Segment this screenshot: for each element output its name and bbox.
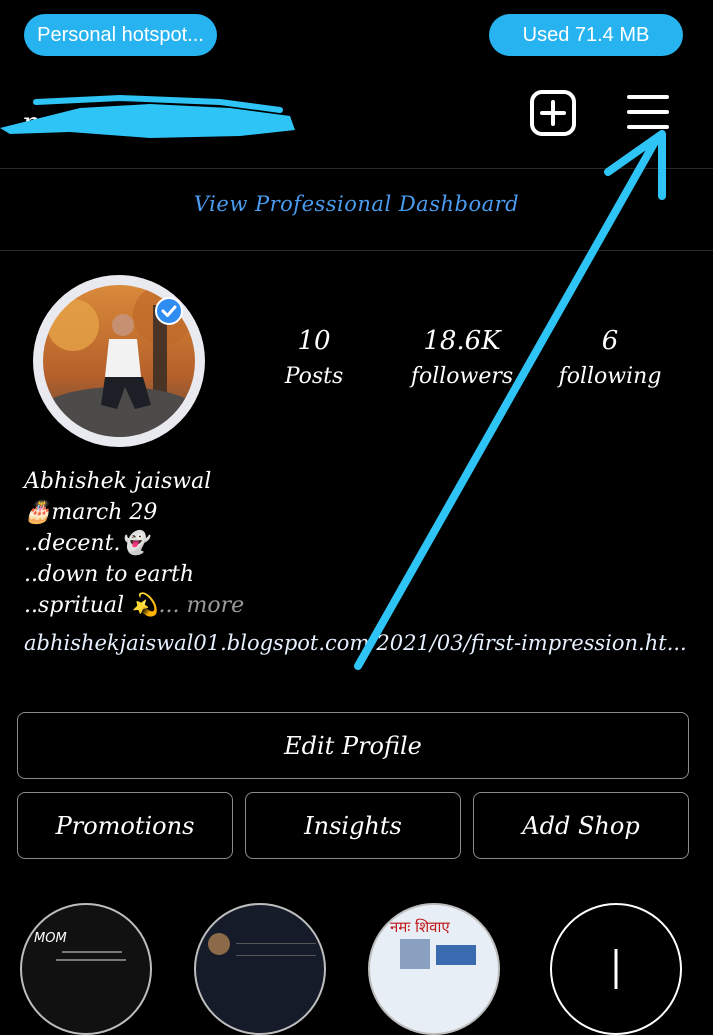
dizzy-icon: 💫 xyxy=(131,593,159,618)
edit-profile-label: Edit Profile xyxy=(284,731,422,760)
birthday-cake-icon: 🎂 xyxy=(24,500,52,525)
dashboard-divider xyxy=(0,250,713,251)
header-divider xyxy=(0,168,713,169)
username-scribble: n xyxy=(0,94,295,139)
story-highlight[interactable] xyxy=(194,903,326,1035)
following-count[interactable]: 6 following xyxy=(540,322,680,394)
new-highlight-button[interactable] xyxy=(550,903,682,1035)
hamburger-menu-icon xyxy=(627,95,669,129)
data-usage-pill[interactable]: Used 71.4 MB xyxy=(489,14,683,56)
professional-dashboard-link[interactable]: View Professional Dashboard xyxy=(0,192,713,216)
highlight-title: MOM xyxy=(34,931,67,946)
following-value: 6 xyxy=(601,326,619,356)
profile-bio: Abhishek jaiswal 🎂march 29 ..decent.👻 ..… xyxy=(24,466,244,621)
profile-website-link[interactable]: abhishekjaiswal01.blogspot.com/2021/03/f… xyxy=(24,631,687,655)
add-shop-label: Add Shop xyxy=(522,811,640,840)
story-highlight[interactable]: नमः शिवाए xyxy=(368,903,500,1035)
insights-button[interactable]: Insights xyxy=(245,792,461,859)
bio-down-to-earth: ..down to earth xyxy=(24,562,195,587)
highlight-text-line xyxy=(56,959,126,961)
insights-label: Insights xyxy=(304,811,402,840)
posts-count[interactable]: 10 Posts xyxy=(244,322,384,394)
menu-button[interactable] xyxy=(625,92,671,132)
data-usage-label: Used 71.4 MB xyxy=(522,23,650,46)
posts-label: Posts xyxy=(284,364,344,389)
bio-birthday: march 29 xyxy=(51,500,158,525)
plus-square-icon xyxy=(530,90,576,136)
highlight-text-line xyxy=(236,955,316,956)
highlight-thumbnail xyxy=(208,933,230,955)
hotspot-status-pill[interactable]: Personal hotspot... xyxy=(24,14,217,56)
highlight-text-line xyxy=(62,951,122,953)
verified-badge-icon xyxy=(155,297,183,325)
add-shop-button[interactable]: Add Shop xyxy=(473,792,689,859)
highlight-text-line xyxy=(236,943,316,944)
followers-value: 18.6K xyxy=(423,326,501,356)
bio-more-link[interactable]: ... more xyxy=(158,593,244,618)
bio-decent-line: ..decent.👻 xyxy=(24,528,244,559)
bio-spiritual: ..spritual xyxy=(24,593,125,618)
bio-name: Abhishek jaiswal xyxy=(24,469,212,494)
promotions-button[interactable]: Promotions xyxy=(17,792,233,859)
story-highlight[interactable]: MOM xyxy=(20,903,152,1035)
plus-icon xyxy=(614,949,618,989)
highlight-title: नमः शिवाए xyxy=(390,918,450,936)
edit-profile-button[interactable]: Edit Profile xyxy=(17,712,689,779)
promotions-label: Promotions xyxy=(55,811,195,840)
hotspot-label: Personal hotspot... xyxy=(37,23,204,46)
highlight-image xyxy=(436,945,476,965)
create-post-button[interactable] xyxy=(530,90,576,136)
posts-value: 10 xyxy=(297,326,331,356)
followers-count[interactable]: 18.6K followers xyxy=(392,322,532,394)
following-label: following xyxy=(558,364,662,389)
bio-spiritual-line: ..spritual 💫... more xyxy=(24,590,244,621)
followers-label: followers xyxy=(410,364,514,389)
bio-birthday-line: 🎂march 29 xyxy=(24,497,244,528)
bio-decent: ..decent. xyxy=(24,531,121,556)
highlight-image xyxy=(400,939,430,969)
ghost-icon: 👻 xyxy=(120,531,148,556)
